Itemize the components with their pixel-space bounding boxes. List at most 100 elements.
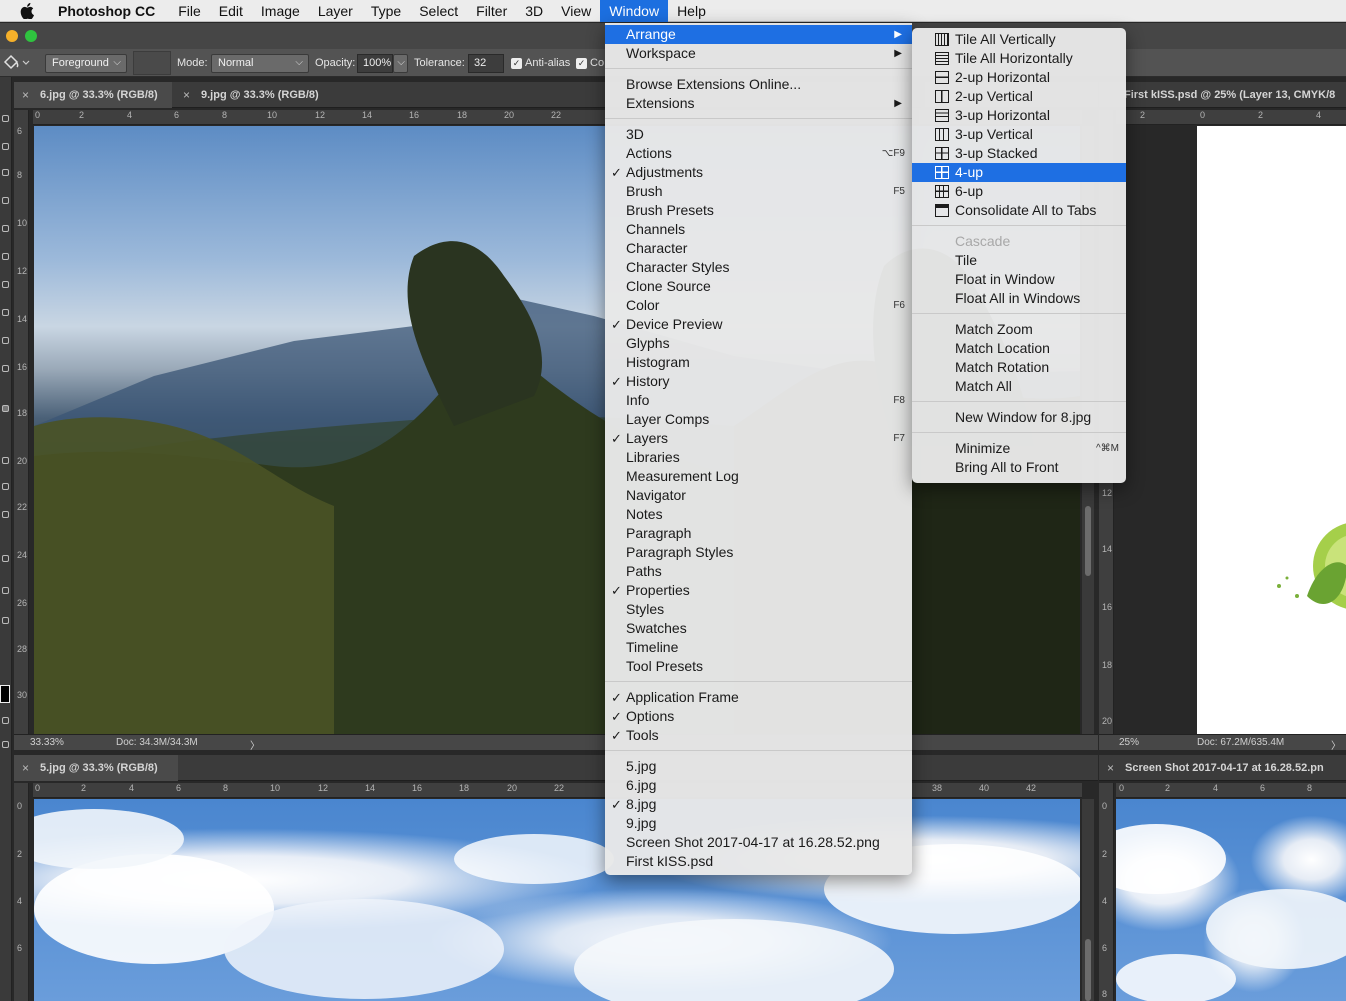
window-menu-item-6-jpg[interactable]: 6.jpg xyxy=(605,776,912,795)
menu-view[interactable]: View xyxy=(552,0,600,22)
window-menu-item-notes[interactable]: Notes xyxy=(605,505,912,524)
dodge-tool-icon[interactable] xyxy=(2,457,9,464)
apple-icon[interactable] xyxy=(20,2,40,19)
window-menu-item-workspace[interactable]: Workspace ▶ xyxy=(605,44,912,63)
window-menu-item-extensions[interactable]: Extensions ▶ xyxy=(605,94,912,113)
menu-select[interactable]: Select xyxy=(410,0,467,22)
window-menu-item-properties[interactable]: ✓ Properties xyxy=(605,581,912,600)
arrange-item-3-up-stacked[interactable]: 3-up Stacked xyxy=(912,144,1126,163)
pen-tool-icon[interactable] xyxy=(2,483,9,490)
window-menu-item-paths[interactable]: Paths xyxy=(605,562,912,581)
arrange-item-tile[interactable]: Tile xyxy=(912,251,1126,270)
window-menu-item-actions[interactable]: Actions ⌥F9 xyxy=(605,144,912,163)
menu-app-name[interactable]: Photoshop CC xyxy=(54,3,159,19)
vertical-scrollbar[interactable] xyxy=(1082,799,1094,1001)
window-menu-item-paragraph-styles[interactable]: Paragraph Styles xyxy=(605,543,912,562)
paint-bucket-tool-icon[interactable] xyxy=(2,405,9,412)
window-menu-item-layers[interactable]: ✓ Layers F7 xyxy=(605,429,912,448)
arrange-item-consolidate-all-to-tabs[interactable]: Consolidate All to Tabs xyxy=(912,201,1126,220)
arrange-item-2-up-vertical[interactable]: 2-up Vertical xyxy=(912,87,1126,106)
lasso-tool-icon[interactable] xyxy=(2,169,9,176)
tab-first-kiss-psd[interactable]: First kISS.psd @ 25% (Layer 13, CMYK/8 xyxy=(1099,82,1346,108)
window-menu-item-adjustments[interactable]: ✓ Adjustments xyxy=(605,163,912,182)
window-menu-item-arrange[interactable]: Arrange ▶ xyxy=(605,25,912,44)
window-menu-item-histogram[interactable]: Histogram xyxy=(605,353,912,372)
window-menu-item-color[interactable]: Color F6 xyxy=(605,296,912,315)
window-menu-item-first-kiss-psd[interactable]: First kISS.psd xyxy=(605,852,912,871)
window-menu-item-character-styles[interactable]: Character Styles xyxy=(605,258,912,277)
zoom-level[interactable]: 25% xyxy=(1119,737,1139,748)
scrollbar-thumb[interactable] xyxy=(1085,506,1091,576)
menu-image[interactable]: Image xyxy=(252,0,309,22)
contiguous-checkbox[interactable]: ✓ xyxy=(576,58,587,69)
menu-type[interactable]: Type xyxy=(362,0,410,22)
window-menu-item-5-jpg[interactable]: 5.jpg xyxy=(605,757,912,776)
arrange-item-bring-all-to-front[interactable]: Bring All to Front xyxy=(912,458,1126,477)
window-menu-item-clone-source[interactable]: Clone Source xyxy=(605,277,912,296)
arrange-item-float-in-window[interactable]: Float in Window xyxy=(912,270,1126,289)
close-icon[interactable]: × xyxy=(1107,755,1114,781)
history-brush-tool-icon[interactable] xyxy=(2,365,9,372)
stamp-tool-icon[interactable] xyxy=(2,337,9,344)
arrange-item-match-all[interactable]: Match All xyxy=(912,377,1126,396)
psd-canvas[interactable] xyxy=(1197,126,1346,734)
window-menu-item-styles[interactable]: Styles xyxy=(605,600,912,619)
window-menu-item-9-jpg[interactable]: 9.jpg xyxy=(605,814,912,833)
healing-tool-icon[interactable] xyxy=(2,281,9,288)
arrange-item-new-window-for-8-jpg[interactable]: New Window for 8.jpg xyxy=(912,408,1126,427)
window-menu-item-layer-comps[interactable]: Layer Comps xyxy=(605,410,912,429)
window-menu-item-glyphs[interactable]: Glyphs xyxy=(605,334,912,353)
opacity-input[interactable]: 100% xyxy=(357,54,393,73)
window-menu-item-timeline[interactable]: Timeline xyxy=(605,638,912,657)
menu-window[interactable]: Window xyxy=(600,0,669,22)
arrange-item-tile-all-horizontally[interactable]: Tile All Horizontally xyxy=(912,49,1126,68)
close-icon[interactable]: × xyxy=(183,82,190,108)
close-icon[interactable]: × xyxy=(22,755,29,781)
zoom-button[interactable] xyxy=(25,30,37,42)
opacity-slider-toggle[interactable]: ⌵ xyxy=(393,54,408,73)
fill-source-select[interactable]: Foreground ⌵ xyxy=(45,54,127,73)
arrange-item-4-up[interactable]: 4-up xyxy=(912,163,1126,182)
arrange-item-2-up-horizontal[interactable]: 2-up Horizontal xyxy=(912,68,1126,87)
window-menu-item-tool-presets[interactable]: Tool Presets xyxy=(605,657,912,676)
antialias-checkbox[interactable]: ✓ xyxy=(511,58,522,69)
window-menu-item-3d[interactable]: 3D xyxy=(605,125,912,144)
arrange-item-6-up[interactable]: 6-up xyxy=(912,182,1126,201)
arrange-item-3-up-horizontal[interactable]: 3-up Horizontal xyxy=(912,106,1126,125)
window-menu-item-tools[interactable]: ✓ Tools xyxy=(605,726,912,745)
menu-layer[interactable]: Layer xyxy=(309,0,362,22)
brush-tool-icon[interactable] xyxy=(2,309,9,316)
window-menu-item-swatches[interactable]: Swatches xyxy=(605,619,912,638)
window-menu-item-device-preview[interactable]: ✓ Device Preview xyxy=(605,315,912,334)
arrange-item-tile-all-vertically[interactable]: Tile All Vertically xyxy=(912,30,1126,49)
arrange-item-match-zoom[interactable]: Match Zoom xyxy=(912,320,1126,339)
scrollbar-thumb[interactable] xyxy=(1085,939,1091,1001)
window-menu-item-options[interactable]: ✓ Options xyxy=(605,707,912,726)
window-menu-item-screen-shot-2017-04-17-at-16-28-52-png[interactable]: Screen Shot 2017-04-17 at 16.28.52.png xyxy=(605,833,912,852)
menu-3d[interactable]: 3D xyxy=(516,0,552,22)
tab-screen-shot[interactable]: × Screen Shot 2017-04-17 at 16.28.52.pn xyxy=(1099,755,1346,781)
menu-file[interactable]: File xyxy=(169,0,210,22)
tab-5-jpg[interactable]: × 5.jpg @ 33.3% (RGB/8) xyxy=(14,755,178,781)
menu-filter[interactable]: Filter xyxy=(467,0,516,22)
window-menu-item-measurement-log[interactable]: Measurement Log xyxy=(605,467,912,486)
window-menu-item-application-frame[interactable]: ✓ Application Frame xyxy=(605,688,912,707)
window-menu-item-channels[interactable]: Channels xyxy=(605,220,912,239)
close-icon[interactable]: × xyxy=(22,82,29,108)
window-menu-item-history[interactable]: ✓ History xyxy=(605,372,912,391)
arrange-item-float-all-in-windows[interactable]: Float All in Windows xyxy=(912,289,1126,308)
window-menu-item-browse-extensions-online[interactable]: Browse Extensions Online... xyxy=(605,75,912,94)
window-menu-item-paragraph[interactable]: Paragraph xyxy=(605,524,912,543)
sky-photo[interactable] xyxy=(34,799,1080,1001)
window-menu-item-brush-presets[interactable]: Brush Presets xyxy=(605,201,912,220)
window-menu-item-info[interactable]: Info F8 xyxy=(605,391,912,410)
quick-mask-icon[interactable] xyxy=(2,717,9,724)
window-menu-item-8-jpg[interactable]: ✓ 8.jpg xyxy=(605,795,912,814)
quick-select-tool-icon[interactable] xyxy=(2,197,9,204)
path-select-tool-icon[interactable] xyxy=(2,555,9,562)
arrange-item-match-rotation[interactable]: Match Rotation xyxy=(912,358,1126,377)
move-tool-icon[interactable] xyxy=(2,115,9,122)
arrange-item-minimize[interactable]: Minimize ^⌘M xyxy=(912,439,1126,458)
zoom-level[interactable]: 33.33% xyxy=(30,737,64,748)
menu-help[interactable]: Help xyxy=(668,0,715,22)
